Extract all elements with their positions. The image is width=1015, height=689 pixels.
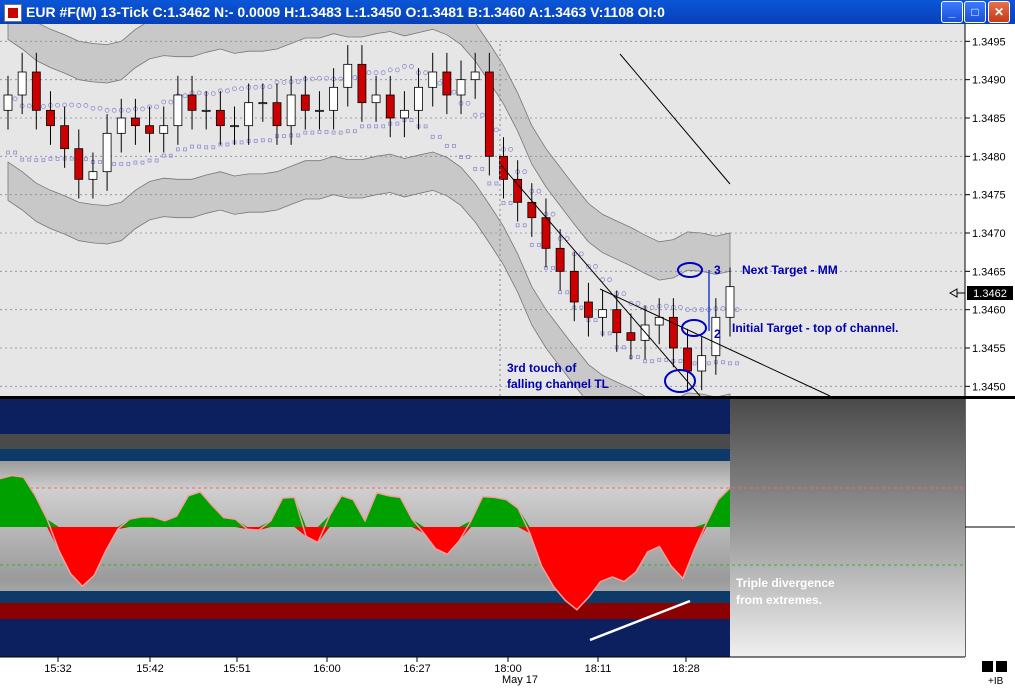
candle-up (17, 71, 27, 96)
candle-up (456, 79, 466, 96)
annotation-triple-divergence: Triple divergence (736, 576, 835, 590)
last-price-label: 1.3462 (973, 288, 1007, 300)
price-tick-label: 1.3480 (972, 151, 1006, 163)
minimize-button[interactable]: _ (941, 1, 963, 23)
candle-down (187, 94, 197, 111)
candle-down (513, 178, 523, 203)
price-tick-label: 1.3470 (972, 228, 1006, 240)
time-tick-label: 16:00 (313, 663, 341, 675)
candle-down (584, 301, 593, 318)
candle-down (74, 148, 84, 180)
candle-up (414, 86, 423, 111)
price-tick-label: 1.3490 (972, 75, 1006, 87)
candle-down (31, 71, 41, 111)
annotation-next-target: Next Target - MM (742, 263, 838, 277)
annotation-from-extremes: from extremes. (736, 593, 822, 607)
candle-down (385, 94, 395, 119)
candle-up (116, 117, 126, 134)
candle-up (3, 94, 13, 111)
time-tick-label: 16:27 (403, 663, 431, 675)
candle-down (60, 125, 70, 150)
candle-up (329, 86, 339, 111)
candle-down (541, 217, 551, 249)
label-3: 3 (714, 263, 721, 277)
price-tick-label: 1.3455 (972, 343, 1006, 355)
candle-up (343, 63, 353, 88)
price-tick-label: 1.3485 (972, 113, 1006, 125)
time-tick-label: 15:51 (223, 663, 251, 675)
corner-box-right[interactable] (996, 661, 1007, 672)
ib-label: +IB (988, 676, 1004, 687)
candle-up (697, 355, 707, 372)
candle-down (626, 332, 636, 341)
candle-down (357, 63, 367, 104)
candle-up (244, 102, 254, 127)
candle-up (428, 71, 438, 88)
candle-up (230, 125, 239, 128)
price-tick-label: 1.3475 (972, 190, 1006, 202)
candle-down (484, 71, 494, 157)
candle-up (654, 316, 664, 326)
price-tick-label: 1.3450 (972, 381, 1006, 393)
title-bar: EUR #F(M) 13-Tick C:1.3462 N:- 0.0009 H:… (0, 0, 1015, 24)
time-tick-label: 15:42 (136, 663, 164, 675)
chart-area[interactable]: 3 2 Next Target - MM Initial Target - to… (0, 24, 1015, 689)
candle-up (315, 109, 324, 112)
candle-down (131, 117, 140, 127)
candle-up (725, 286, 735, 318)
app-icon (4, 4, 22, 22)
time-tick-label: 18:11 (585, 663, 612, 675)
candle-up (258, 102, 268, 105)
candle-up (286, 94, 296, 127)
candle-down (272, 102, 282, 127)
price-tick-label: 1.3495 (972, 36, 1006, 48)
price-tick-label: 1.3465 (972, 266, 1006, 278)
price-tick-label: 1.3460 (972, 305, 1006, 317)
candle-down (300, 94, 310, 111)
candle-up (159, 125, 169, 134)
date-label: May 17 (502, 674, 538, 686)
candle-down (46, 109, 55, 127)
candle-down (569, 270, 579, 303)
time-tick-label: 15:32 (44, 663, 72, 675)
time-tick-label: 18:28 (672, 663, 700, 675)
candle-down (442, 71, 452, 96)
candle-up (470, 71, 480, 81)
candle-down (683, 347, 692, 372)
candle-up (598, 309, 607, 318)
annotation-third-touch: 3rd touch of (507, 361, 577, 375)
annotation-falling-channel: falling channel TL (507, 377, 609, 391)
candle-up (371, 94, 381, 104)
candle-down (215, 109, 225, 127)
candle-down (612, 309, 622, 334)
candle-up (201, 109, 211, 112)
close-button[interactable]: ✕ (988, 1, 1010, 23)
window-title: EUR #F(M) 13-Tick C:1.3462 N:- 0.0009 H:… (26, 4, 665, 20)
candle-up (399, 109, 409, 119)
candle-up (173, 94, 183, 127)
label-2: 2 (714, 327, 721, 341)
candle-up (88, 171, 98, 180)
corner-box-left[interactable] (982, 661, 993, 672)
candle-down (555, 247, 565, 272)
maximize-button[interactable]: □ (964, 1, 986, 23)
candle-down (145, 125, 154, 134)
annotation-initial-target: Initial Target - top of channel. (732, 321, 898, 335)
candle-up (102, 132, 112, 173)
